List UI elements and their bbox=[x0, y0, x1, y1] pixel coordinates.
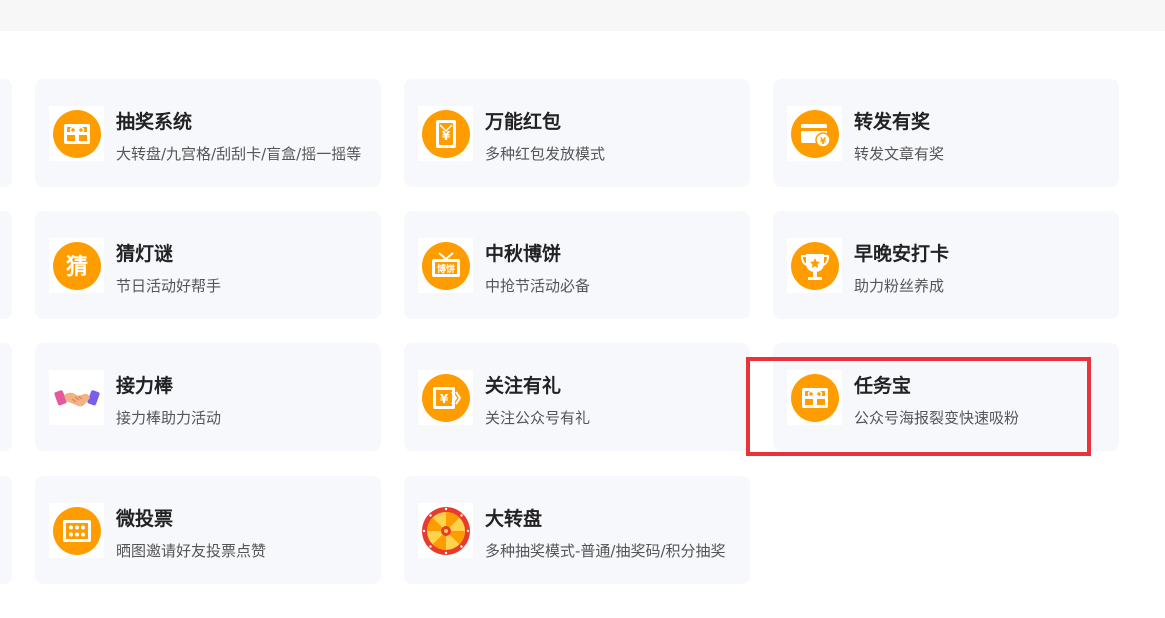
card-title: 接力棒 bbox=[116, 375, 174, 397]
card-description: 中抢节活动必备 bbox=[485, 277, 591, 295]
handshake-icon bbox=[49, 370, 104, 425]
card-description: 节日活动好帮手 bbox=[116, 277, 222, 295]
partial-card-row-3[interactable] bbox=[0, 343, 12, 451]
red-envelope-icon: ¥ bbox=[418, 106, 473, 161]
card-description: 关注公众号有礼 bbox=[485, 409, 591, 427]
card-universal-red-envelope[interactable]: ¥ 万能红包 多种红包发放模式 bbox=[404, 79, 750, 187]
card-description: 公众号海报裂变快速吸粉 bbox=[854, 409, 1020, 427]
card-micro-vote[interactable]: 微投票 晒图邀请好友投票点赞 bbox=[35, 476, 381, 584]
card-relay-baton[interactable]: 接力棒 接力棒助力活动 bbox=[35, 343, 381, 451]
card-title: 中秋博饼 bbox=[485, 243, 562, 265]
card-description: 转发文章有奖 bbox=[854, 145, 945, 163]
gift-card-icon bbox=[49, 106, 104, 161]
card-title: 转发有奖 bbox=[854, 111, 931, 133]
guess-glyph: 猜 bbox=[64, 255, 87, 280]
card-morning-night-checkin[interactable]: 早晚安打卡 助力粉丝养成 bbox=[773, 211, 1119, 319]
vote-stars-icon bbox=[49, 503, 104, 558]
card-description: 大转盘/九宫格/刮刮卡/盲盒/摇一摇等 bbox=[116, 145, 362, 163]
guess-character-icon: 猜 bbox=[49, 238, 104, 293]
prize-wheel-icon bbox=[418, 503, 473, 558]
card-title: 猜灯谜 bbox=[116, 243, 174, 265]
yuan-voucher-icon: ¥ bbox=[418, 370, 473, 425]
gift-card-icon bbox=[787, 370, 842, 425]
mooncake-glyph: 博饼 bbox=[436, 263, 454, 275]
card-task-treasure[interactable]: 任务宝 公众号海报裂变快速吸粉 bbox=[773, 343, 1119, 451]
card-big-wheel[interactable]: 大转盘 多种抽奖模式-普通/抽奖码/积分抽奖 bbox=[404, 476, 750, 584]
trophy-icon bbox=[787, 238, 842, 293]
mooncake-gift-icon: 博饼 bbox=[418, 238, 473, 293]
card-lottery-system[interactable]: 抽奖系统 大转盘/九宫格/刮刮卡/盲盒/摇一摇等 bbox=[35, 79, 381, 187]
card-title: 抽奖系统 bbox=[116, 111, 193, 133]
card-title: 万能红包 bbox=[485, 111, 562, 133]
card-follow-gift[interactable]: ¥ 关注有礼 关注公众号有礼 bbox=[404, 343, 750, 451]
card-description: 接力棒助力活动 bbox=[116, 409, 222, 427]
partial-card-row-1[interactable] bbox=[0, 79, 12, 187]
yuan-symbol: ¥ bbox=[819, 137, 826, 147]
card-lantern-riddles[interactable]: 猜 猜灯谜 节日活动好帮手 bbox=[35, 211, 381, 319]
card-title: 关注有礼 bbox=[485, 375, 562, 397]
card-title: 大转盘 bbox=[485, 508, 543, 530]
card-description: 助力粉丝养成 bbox=[854, 277, 945, 295]
yuan-card-icon: ¥ bbox=[787, 106, 842, 161]
partial-card-row-4[interactable] bbox=[0, 476, 12, 584]
card-title: 微投票 bbox=[116, 508, 174, 530]
card-description: 多种抽奖模式-普通/抽奖码/积分抽奖 bbox=[485, 542, 726, 560]
yuan-symbol: ¥ bbox=[439, 392, 448, 406]
card-title: 早晚安打卡 bbox=[854, 243, 950, 265]
top-bar bbox=[0, 0, 1165, 31]
card-share-reward[interactable]: ¥ 转发有奖 转发文章有奖 bbox=[773, 79, 1119, 187]
card-mid-autumn-bobing[interactable]: 博饼 中秋博饼 中抢节活动必备 bbox=[404, 211, 750, 319]
partial-card-row-2[interactable] bbox=[0, 211, 12, 319]
card-description: 晒图邀请好友投票点赞 bbox=[116, 542, 267, 560]
card-title: 任务宝 bbox=[854, 375, 912, 397]
card-description: 多种红包发放模式 bbox=[485, 145, 606, 163]
